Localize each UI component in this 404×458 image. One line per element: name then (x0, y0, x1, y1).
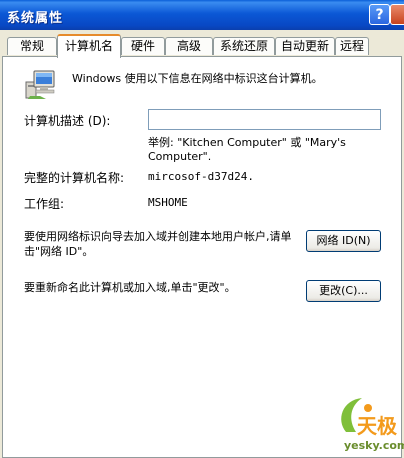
watermark-url: yesky.com (344, 439, 404, 452)
description-label: 计算机描述 (D): (24, 114, 111, 128)
workgroup-value: MSHOME (148, 196, 188, 209)
example-text: 举例: "Kitchen Computer" 或 "Mary's Compute… (148, 136, 346, 163)
computer-icon (25, 70, 55, 99)
tab-advanced[interactable]: 高级 (165, 37, 213, 55)
close-button[interactable] (390, 4, 404, 25)
description-input[interactable] (148, 109, 381, 130)
workgroup-label: 工作组: (24, 197, 65, 211)
tab-hardware[interactable]: 硬件 (121, 37, 165, 55)
tab-general[interactable]: 常规 (7, 37, 57, 55)
tab-computer-name[interactable]: 计算机名 (57, 34, 121, 58)
tab-automatic-updates[interactable]: 自动更新 (275, 37, 335, 55)
window-title: 系统属性 (7, 11, 64, 26)
full-name-label: 完整的计算机名称: (24, 171, 125, 185)
watermark-brand: 天极 (357, 414, 397, 438)
full-name-value: mircosof-d37d24. (148, 170, 254, 183)
tab-strip: 常规 计算机名 硬件 高级 系统还原 自动更新 远程 (0, 30, 404, 58)
help-button[interactable]: ? (369, 4, 390, 25)
change-button[interactable]: 更改(C)... (306, 280, 381, 302)
network-id-button[interactable]: 网络 ID(N) (306, 230, 381, 252)
tab-remote[interactable]: 远程 (335, 37, 369, 55)
title-bar[interactable]: 系统属性 ? (0, 0, 404, 30)
intro-text: Windows 使用以下信息在网络中标识这台计算机。 (72, 72, 323, 85)
tab-system-restore[interactable]: 系统还原 (213, 37, 275, 55)
rename-text: 要重新命名此计算机或加入域,单击"更改"。 (24, 281, 236, 294)
network-id-text: 要使用网络标识向导去加入域并创建本地用户帐户,请单击"网络 ID"。 (24, 230, 292, 258)
